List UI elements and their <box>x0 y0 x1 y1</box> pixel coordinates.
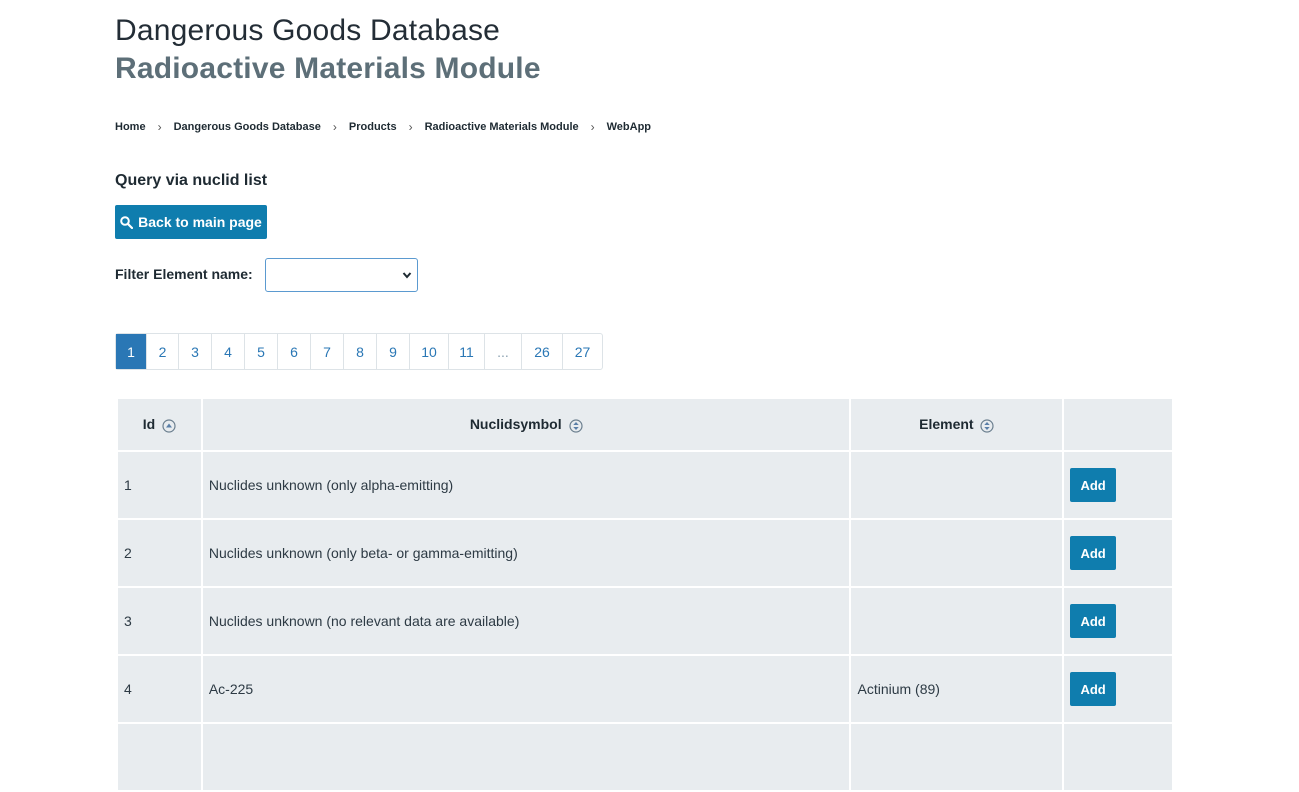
add-button[interactable]: Add <box>1070 604 1117 638</box>
page-link-26[interactable]: 26 <box>522 334 563 369</box>
cell-id: 2 <box>118 520 201 586</box>
page-link-2[interactable]: 2 <box>147 334 179 369</box>
filter-label: Filter Element name: <box>115 266 253 282</box>
page-link-8[interactable]: 8 <box>344 334 377 369</box>
chevron-down-icon <box>402 272 412 279</box>
cell-element <box>851 724 1063 790</box>
cell-action: Add <box>1064 520 1172 586</box>
add-button[interactable]: Add <box>1070 672 1117 706</box>
page-link-3[interactable]: 3 <box>179 334 212 369</box>
cell-id: 1 <box>118 452 201 518</box>
cell-nuclidsymbol: Nuclides unknown (only beta- or gamma-em… <box>202 520 850 586</box>
page-ellipsis: ... <box>485 334 522 369</box>
back-to-main-label: Back to main page <box>138 214 262 230</box>
table-row: 2 Nuclides unknown (only beta- or gamma-… <box>118 520 1172 586</box>
cell-action: Add <box>1064 656 1172 722</box>
table-row: 1 Nuclides unknown (only alpha-emitting)… <box>118 452 1172 518</box>
cell-id: 4 <box>118 656 201 722</box>
breadcrumb-dangerous-goods[interactable]: Dangerous Goods Database <box>174 121 321 133</box>
pagination: 1 2 3 4 5 6 7 8 9 10 11 ... 26 27 <box>115 333 603 370</box>
chevron-right-icon: › <box>157 120 162 134</box>
page-link-27[interactable]: 27 <box>563 334 602 369</box>
table-row: 3 Nuclides unknown (no relevant data are… <box>118 588 1172 654</box>
back-to-main-button[interactable]: Back to main page <box>115 205 267 239</box>
cell-id <box>118 724 201 790</box>
chevron-right-icon: › <box>590 120 595 134</box>
column-header-actions <box>1064 399 1172 450</box>
table-row: 4 Ac-225 Actinium (89) Add <box>118 656 1172 722</box>
cell-element <box>851 520 1063 586</box>
sort-icon[interactable] <box>568 419 583 433</box>
page-link-10[interactable]: 10 <box>410 334 449 369</box>
sort-icon[interactable] <box>980 419 995 433</box>
page-link-7[interactable]: 7 <box>311 334 344 369</box>
chevron-right-icon: › <box>332 120 337 134</box>
column-header-element-label: Element <box>919 416 974 433</box>
cell-action: Add <box>1064 588 1172 654</box>
search-icon <box>120 215 134 229</box>
page-link-1[interactable]: 1 <box>116 334 147 369</box>
section-title: Query via nuclid list <box>115 172 268 189</box>
chevron-right-icon: › <box>408 120 413 134</box>
breadcrumb-home[interactable]: Home <box>115 121 146 133</box>
column-header-nuclidsymbol-label: Nuclidsymbol <box>469 416 562 433</box>
cell-element <box>851 452 1063 518</box>
table-header-row: Id Nuclidsymbol Element <box>118 399 1172 450</box>
breadcrumb-radioactive-module[interactable]: Radioactive Materials Module <box>425 121 579 133</box>
column-header-nuclidsymbol[interactable]: Nuclidsymbol <box>202 399 850 450</box>
page-subtitle: Radioactive Materials Module <box>115 52 541 85</box>
cell-nuclidsymbol: Ac-225 <box>202 656 850 722</box>
cell-action <box>1064 724 1172 790</box>
add-button[interactable]: Add <box>1070 468 1117 502</box>
cell-action: Add <box>1064 452 1172 518</box>
table-row <box>118 724 1172 790</box>
cell-id: 3 <box>118 588 201 654</box>
breadcrumb: Home › Dangerous Goods Database › Produc… <box>115 120 651 134</box>
page-link-6[interactable]: 6 <box>278 334 311 369</box>
column-header-id-label: Id <box>142 416 156 433</box>
cell-nuclidsymbol: Nuclides unknown (only alpha-emitting) <box>202 452 850 518</box>
page-title: Dangerous Goods Database <box>115 14 501 47</box>
cell-element <box>851 588 1063 654</box>
page-link-5[interactable]: 5 <box>245 334 278 369</box>
breadcrumb-webapp[interactable]: WebApp <box>607 121 651 133</box>
nuclide-table: Id Nuclidsymbol Element 1 Nuclides unkno… <box>116 397 1174 792</box>
column-header-id[interactable]: Id <box>118 399 201 450</box>
cell-nuclidsymbol: Nuclides unknown (no relevant data are a… <box>202 588 850 654</box>
page-link-4[interactable]: 4 <box>212 334 245 369</box>
cell-element: Actinium (89) <box>851 656 1063 722</box>
element-name-select[interactable] <box>265 258 418 292</box>
cell-nuclidsymbol <box>202 724 850 790</box>
page-link-11[interactable]: 11 <box>449 334 485 369</box>
sort-asc-icon[interactable] <box>162 419 176 433</box>
add-button[interactable]: Add <box>1070 536 1117 570</box>
page-link-9[interactable]: 9 <box>377 334 410 369</box>
column-header-element[interactable]: Element <box>851 399 1063 450</box>
breadcrumb-products[interactable]: Products <box>349 121 397 133</box>
